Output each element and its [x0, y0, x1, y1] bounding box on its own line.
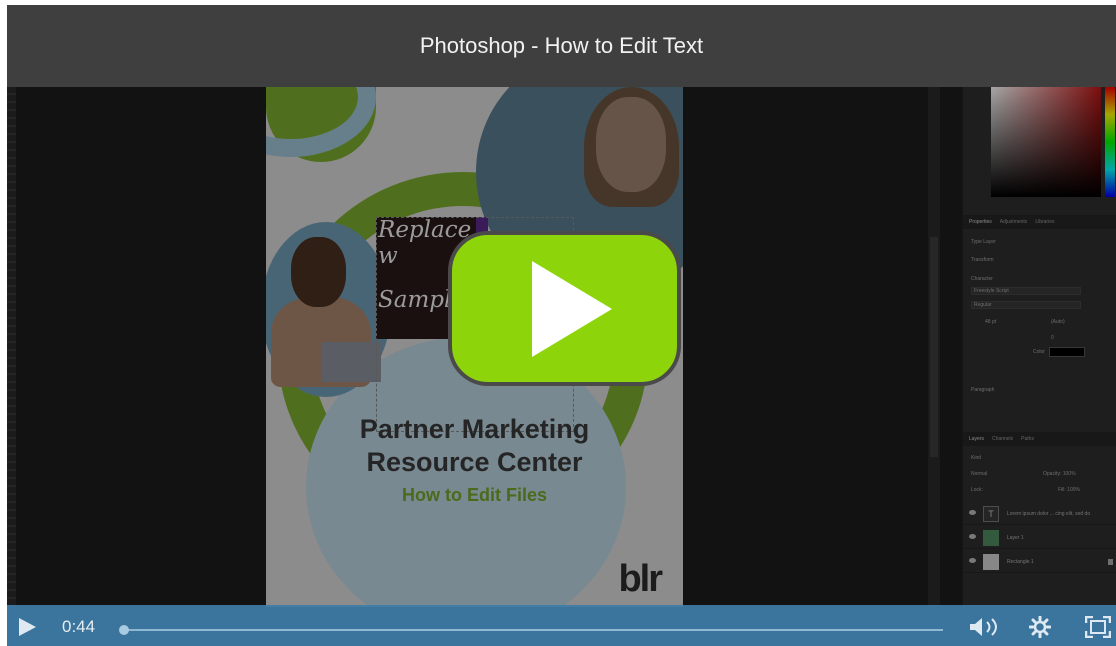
visibility-eye-icon[interactable]: [969, 510, 976, 515]
font-style-value: Regular: [974, 302, 992, 308]
photo-laptop: [321, 342, 381, 382]
text-layer-icon: T: [983, 506, 999, 522]
layers-tabs: Layers Channels Paths: [963, 432, 1116, 446]
tracking-value[interactable]: 0: [1051, 335, 1054, 341]
layer-row-shape[interactable]: Rectangle 1: [963, 551, 1116, 573]
font-size-value[interactable]: 48 pt: [985, 319, 996, 325]
video-title: Photoshop - How to Edit Text: [419, 33, 704, 58]
current-time: 0:44: [62, 617, 96, 636]
lock-icon: [1108, 559, 1113, 565]
layer-name: Rectangle 1: [1007, 559, 1034, 565]
tab-properties[interactable]: Properties: [969, 219, 992, 225]
poster-headline-line-1: Partner Marketing: [359, 414, 590, 444]
hue-slider[interactable]: [1105, 87, 1115, 197]
opacity-field[interactable]: Opacity: 100%: [1043, 471, 1076, 477]
visibility-eye-icon[interactable]: [969, 534, 976, 539]
decorative-circle-blue: [266, 87, 376, 157]
layer-row-text[interactable]: T Lorem ipsum dolor ... cing elit, sed d…: [963, 503, 1116, 525]
poster-subhead: How to Edit Files: [401, 485, 547, 505]
type-layer-label: Type Layer: [971, 239, 996, 245]
lock-label: Lock:: [971, 487, 983, 493]
play-icon[interactable]: [17, 617, 37, 637]
shape-layer-thumbnail: [983, 554, 999, 570]
fullscreen-icon[interactable]: [1085, 616, 1111, 638]
video-title-bar: Photoshop - How to Edit Text: [7, 5, 1116, 87]
poster-headline-line-2: Resource Center: [366, 447, 583, 477]
properties-tabs: Properties Adjustments Libraries: [963, 215, 1116, 229]
image-layer-thumbnail: [983, 530, 999, 546]
video-player[interactable]: Photoshop - How to Edit Text Replace w S…: [7, 5, 1116, 646]
volume-icon[interactable]: [970, 618, 1006, 636]
seek-bar[interactable]: [125, 629, 943, 631]
layer-name: Lorem ipsum dolor ... cing elit, sed do: [1007, 511, 1091, 517]
tab-channels[interactable]: Channels: [992, 436, 1013, 442]
leading-value[interactable]: (Auto): [1051, 319, 1065, 325]
tab-paths[interactable]: Paths: [1021, 436, 1034, 442]
play-icon: [531, 260, 612, 357]
character-section[interactable]: Character: [971, 276, 993, 282]
tab-layers[interactable]: Layers: [969, 436, 984, 442]
font-family-value: Freestyle Script: [974, 288, 1009, 294]
photo-man-head: [291, 237, 346, 307]
vertical-ruler: [7, 87, 16, 607]
layer-row-image[interactable]: Layer 1: [963, 527, 1116, 549]
blend-mode-dropdown[interactable]: Normal: [971, 471, 987, 477]
gear-icon[interactable]: [1029, 616, 1051, 638]
tab-libraries[interactable]: Libraries: [1035, 219, 1054, 225]
paragraph-section[interactable]: Paragraph: [971, 387, 994, 393]
tab-adjustments[interactable]: Adjustments: [1000, 219, 1028, 225]
color-label: Color: [1033, 349, 1045, 355]
photo-woman-face: [596, 97, 666, 192]
big-play-button[interactable]: [448, 231, 681, 386]
seek-handle[interactable]: [119, 625, 129, 635]
color-picker-field[interactable]: [991, 87, 1101, 197]
layer-kind-filter[interactable]: Kind: [971, 455, 981, 461]
layer-name: Layer 1: [1007, 535, 1024, 541]
canvas-scrollbar-thumb[interactable]: [930, 237, 938, 457]
fill-field[interactable]: Fill: 100%: [1058, 487, 1080, 493]
brand-logo: blr: [618, 558, 663, 600]
video-control-bar: 0:44: [7, 605, 1116, 646]
transform-section[interactable]: Transform: [971, 257, 994, 263]
visibility-eye-icon[interactable]: [969, 558, 976, 563]
text-color-swatch[interactable]: [1049, 347, 1085, 357]
photoshop-side-panels: Properties Adjustments Libraries Type La…: [962, 87, 1116, 607]
